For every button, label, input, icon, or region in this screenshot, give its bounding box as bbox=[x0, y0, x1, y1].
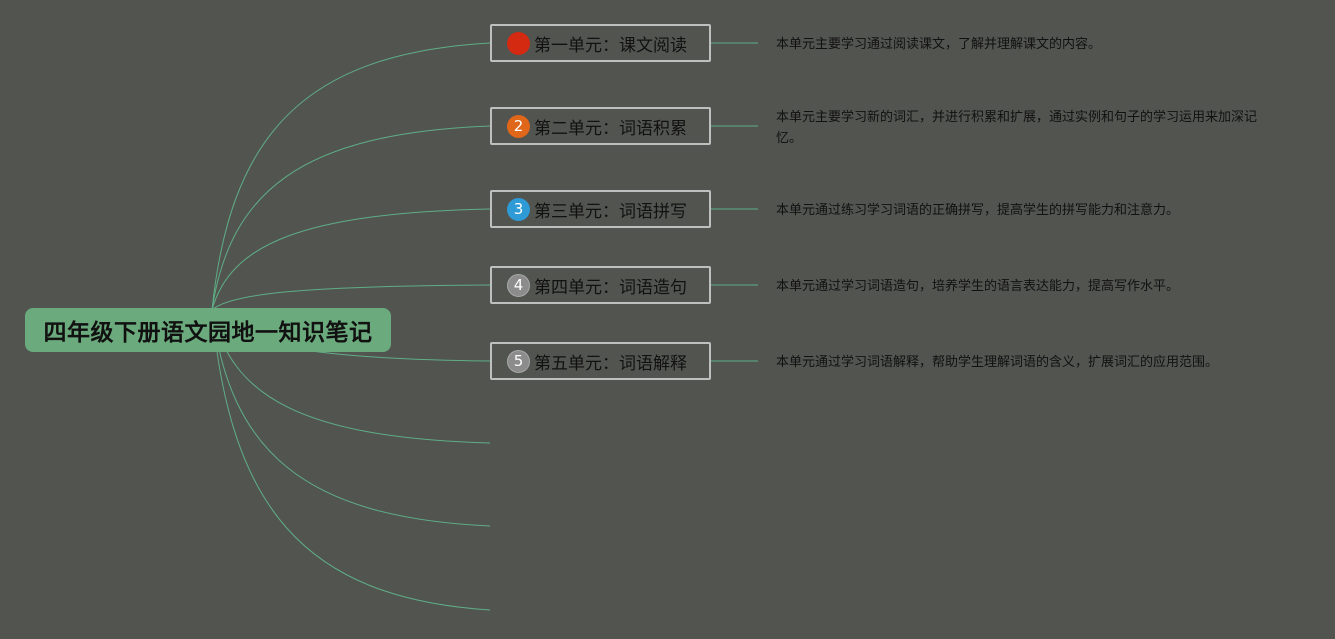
unit-description-2[interactable]: 本单元主要学习新的词汇，并进行积累和扩展，通过实例和句子的学习运用来加深记忆。 bbox=[776, 107, 1276, 149]
unit-topic-label: 第一单元：课文阅读 bbox=[534, 35, 687, 56]
priority-1-icon: 1 bbox=[507, 31, 530, 55]
unit-topic-1[interactable]: 1 第一单元：课文阅读 bbox=[490, 24, 711, 62]
branch-connector-2 bbox=[211, 125, 491, 311]
unit-description-1[interactable]: 本单元主要学习通过阅读课文，了解并理解课文的内容。 bbox=[776, 34, 1276, 55]
priority-3-icon: 3 bbox=[507, 197, 530, 221]
unit-topic-label: 第五单元：词语解释 bbox=[534, 353, 687, 374]
priority-5-icon: 5 bbox=[507, 349, 530, 373]
branch-connector-4 bbox=[211, 284, 491, 311]
mind-map-canvas: 四年级下册语文园地一知识笔记 1 第一单元：课文阅读 本单元主要学习通过阅读课文… bbox=[0, 0, 1335, 635]
unit-topic-label: 第二单元：词语积累 bbox=[534, 118, 687, 139]
unit-topic-label: 第三单元：词语拼写 bbox=[534, 201, 687, 222]
unit-description-5[interactable]: 本单元通过学习词语解释，帮助学生理解词语的含义，扩展词汇的应用范围。 bbox=[776, 352, 1276, 373]
unit-description-4[interactable]: 本单元通过学习词语造句，培养学生的语言表达能力，提高写作水平。 bbox=[776, 276, 1276, 297]
unit-topic-5[interactable]: 5 第五单元：词语解释 bbox=[490, 342, 711, 380]
branch-connector-3 bbox=[211, 208, 491, 311]
root-topic-label: 四年级下册语文园地一知识笔记 bbox=[43, 320, 373, 346]
unit-topic-3[interactable]: 3 第三单元：词语拼写 bbox=[490, 190, 711, 228]
root-topic[interactable]: 四年级下册语文园地一知识笔记 bbox=[25, 308, 391, 352]
branch-connector-1 bbox=[211, 42, 491, 311]
unit-topic-label: 第四单元：词语造句 bbox=[534, 277, 687, 298]
unit-description-3[interactable]: 本单元通过练习学习词语的正确拼写，提高学生的拼写能力和注意力。 bbox=[776, 200, 1276, 221]
unit-topic-2[interactable]: 2 第二单元：词语积累 bbox=[490, 107, 711, 145]
priority-4-icon: 4 bbox=[507, 273, 530, 297]
unit-topic-4[interactable]: 4 第四单元：词语造句 bbox=[490, 266, 711, 304]
priority-2-icon: 2 bbox=[507, 114, 530, 138]
